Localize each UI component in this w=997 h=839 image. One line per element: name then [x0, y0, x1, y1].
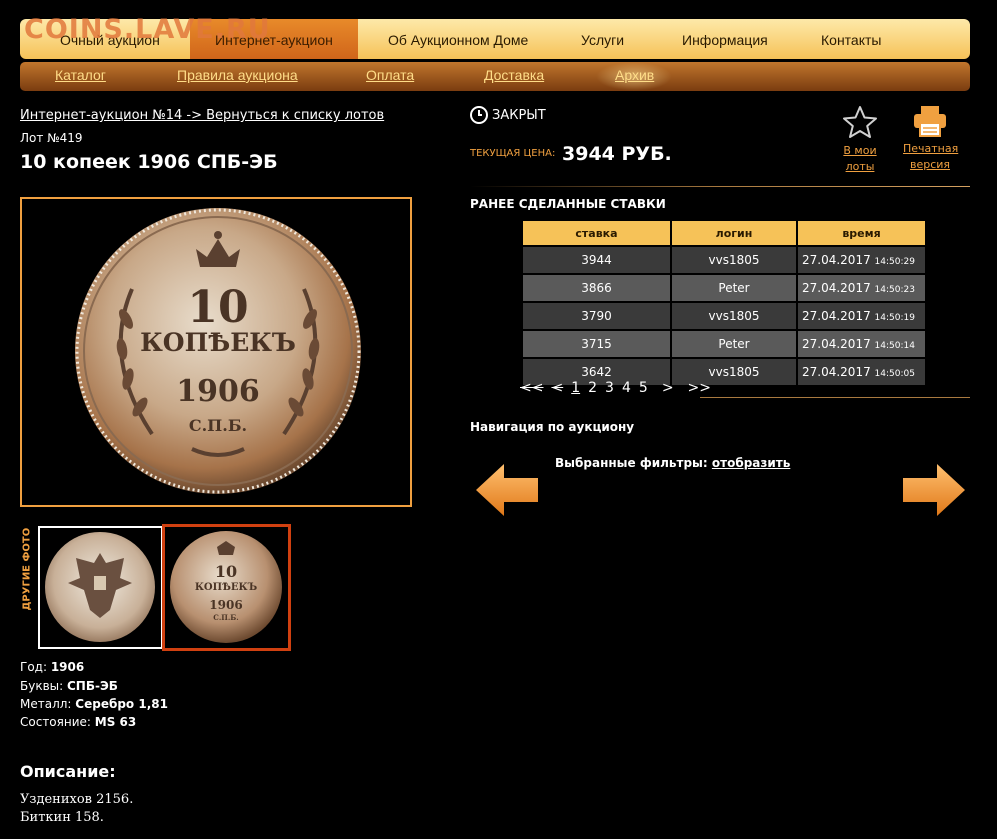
auction-status: ЗАКРЫТ	[470, 106, 546, 124]
pager-first[interactable]: <<	[520, 380, 543, 396]
bid-time: 27.04.2017 14:50:05	[798, 359, 925, 385]
nav-information[interactable]: Информация	[682, 19, 768, 59]
thumb-word: КОПѢЕКЪ	[195, 582, 258, 593]
bid-login: Peter	[672, 275, 796, 301]
current-price-label: ТЕКУЩАЯ ЦЕНА:	[470, 148, 556, 159]
add-to-favorites[interactable]: В мои лоты	[829, 105, 891, 175]
bid-time: 27.04.2017 14:50:14	[798, 331, 925, 357]
pager-next[interactable]: >	[662, 380, 674, 396]
print-version[interactable]: Печатная версия	[903, 105, 958, 173]
spec-year: Год: 1906	[20, 660, 85, 674]
other-photos-label: ДРУГИЕ ФОТО	[21, 527, 33, 611]
star-icon	[843, 106, 877, 138]
subnav-delivery[interactable]: Доставка	[484, 67, 544, 83]
bid-time: 27.04.2017 14:50:23	[798, 275, 925, 301]
subnav-catalog[interactable]: Каталог	[55, 67, 106, 83]
bids-table: ставка логин время 3944 vvs1805 27.04.20…	[521, 219, 927, 387]
bid-time: 27.04.2017 14:50:19	[798, 303, 925, 329]
pager-page[interactable]: 3	[605, 380, 614, 396]
bid-login: vvs1805	[672, 247, 796, 273]
pager-page-current[interactable]: 1	[571, 380, 580, 396]
coin-year: 1906	[176, 374, 260, 409]
pager-prev[interactable]: <	[551, 380, 563, 396]
divider	[470, 186, 970, 187]
coin-mint: С.П.Б.	[189, 416, 247, 435]
bid-time: 27.04.2017 14:50:29	[798, 247, 925, 273]
bid-login: Peter	[672, 331, 796, 357]
subnav-rules[interactable]: Правила аукциона	[177, 67, 298, 83]
column-header-time: время	[798, 221, 925, 245]
table-row: 3866 Peter 27.04.2017 14:50:23	[523, 275, 925, 301]
sub-navigation: Каталог Правила аукциона Оплата Доставка…	[20, 62, 970, 91]
lot-number: Лот №419	[20, 131, 83, 145]
pager-page[interactable]: 4	[622, 380, 631, 396]
current-price: 3944 РУБ.	[562, 143, 672, 165]
spec-letters: Буквы: СПБ-ЭБ	[20, 679, 118, 693]
thumb-year: 1906	[209, 598, 242, 612]
selected-filters: Выбранные фильтры: отобразить	[555, 456, 790, 470]
table-row: 3790 vvs1805 27.04.2017 14:50:19	[523, 303, 925, 329]
printer-icon	[914, 106, 946, 137]
bid-amount: 3715	[523, 331, 670, 357]
column-header-login: логин	[672, 221, 796, 245]
spec-condition: Состояние: MS 63	[20, 715, 137, 729]
favorites-label[interactable]: В мои лоты	[829, 143, 891, 175]
spec-metal: Металл: Серебро 1,81	[20, 697, 168, 711]
thumb-mint: С.П.Б.	[213, 613, 238, 622]
thumbnail-obverse[interactable]	[38, 526, 163, 649]
next-lot-arrow-icon[interactable]	[901, 462, 967, 522]
breadcrumb[interactable]: Интернет-аукцион №14 -> Вернуться к спис…	[20, 108, 384, 123]
pager-last[interactable]: >>	[688, 380, 711, 396]
bids-heading: РАНЕЕ СДЕЛАННЫЕ СТАВКИ	[470, 197, 666, 211]
bid-amount: 3866	[523, 275, 670, 301]
auction-navigation-title: Навигация по аукциону	[470, 420, 635, 434]
previous-lot-arrow-icon[interactable]	[474, 462, 540, 522]
coin-word: КОПѢЕКЪ	[140, 328, 296, 357]
clock-icon	[470, 106, 488, 124]
status-text: ЗАКРЫТ	[492, 107, 546, 123]
nav-about[interactable]: Об Аукционном Доме	[388, 19, 528, 59]
thumb-denomination: 10	[215, 562, 237, 581]
bid-amount: 3944	[523, 247, 670, 273]
subnav-payment[interactable]: Оплата	[366, 67, 414, 83]
table-row: 3944 vvs1805 27.04.2017 14:50:29	[523, 247, 925, 273]
table-row: 3715 Peter 27.04.2017 14:50:14	[523, 331, 925, 357]
description-line: Узденихов 2156.	[20, 792, 134, 807]
column-header-bid: ставка	[523, 221, 670, 245]
pagination: << < 1 2 3 4 5 > >>	[520, 380, 711, 396]
filters-label: Выбранные фильтры:	[555, 456, 712, 470]
pager-page[interactable]: 5	[639, 380, 648, 396]
description-heading: Описание:	[20, 762, 116, 781]
nav-contacts[interactable]: Контакты	[821, 19, 881, 59]
divider	[700, 397, 970, 398]
nav-services[interactable]: Услуги	[581, 19, 624, 59]
site-watermark: COINS.LAVE.RU	[24, 14, 271, 45]
pager-page[interactable]: 2	[588, 380, 597, 396]
coin-denomination: 10	[187, 282, 248, 333]
thumbnail-reverse[interactable]: 10 КОПѢЕКЪ 1906 С.П.Б.	[162, 524, 291, 651]
show-filters-link[interactable]: отобразить	[712, 456, 790, 470]
bid-login: vvs1805	[672, 303, 796, 329]
bid-amount: 3790	[523, 303, 670, 329]
description-line: Биткин 158.	[20, 810, 104, 825]
main-coin-photo[interactable]: 10 КОПѢЕКЪ 1906 С.П.Б.	[20, 197, 412, 507]
page-title: 10 копеек 1906 СПБ-ЭБ	[20, 151, 278, 173]
subnav-archive[interactable]: Архив	[615, 67, 654, 83]
print-label[interactable]: Печатная версия	[903, 141, 958, 173]
